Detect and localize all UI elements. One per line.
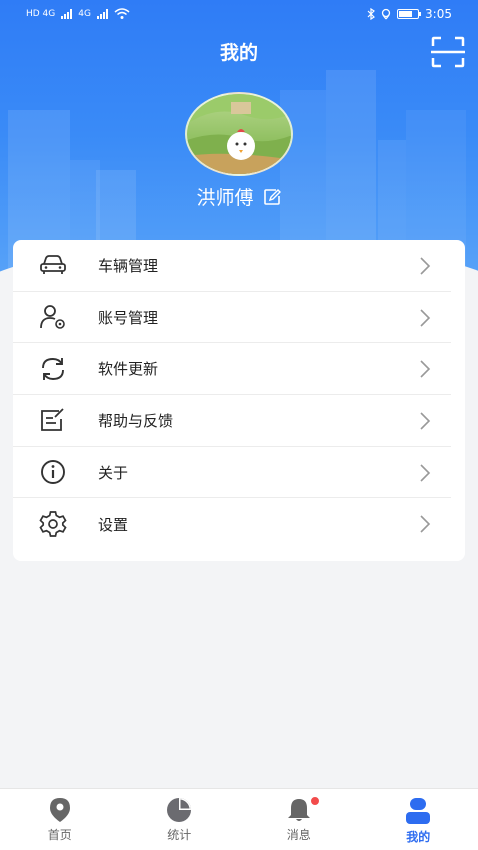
bell-icon bbox=[287, 799, 310, 821]
menu-item-label: 设置 bbox=[98, 515, 129, 534]
status-bar: HD 4G 4G 3:05 bbox=[0, 0, 478, 28]
menu-item-label: 账号管理 bbox=[98, 308, 159, 327]
battery-icon bbox=[397, 9, 422, 19]
chevron-right-icon bbox=[420, 412, 431, 430]
user-settings-icon bbox=[38, 302, 68, 332]
menu-item-help[interactable]: 帮助与反馈 bbox=[13, 395, 451, 447]
menu-item-update[interactable]: 软件更新 bbox=[13, 343, 451, 396]
avatar[interactable] bbox=[185, 92, 293, 176]
username: 洪师傅 bbox=[196, 187, 254, 209]
tab-label: 首页 bbox=[47, 828, 72, 842]
chevron-right-icon bbox=[420, 309, 431, 327]
menu-item-vehicle[interactable]: 车辆管理 bbox=[13, 240, 451, 292]
signal-icon-2 bbox=[96, 9, 108, 19]
scan-icon bbox=[431, 36, 465, 68]
location-status-icon bbox=[381, 8, 391, 20]
wifi-icon bbox=[114, 8, 130, 19]
tab-label: 消息 bbox=[286, 828, 311, 842]
page-title: 我的 bbox=[219, 42, 258, 64]
tab-stats[interactable]: 统计 bbox=[120, 789, 240, 850]
chevron-right-icon bbox=[420, 360, 431, 378]
menu-item-settings[interactable]: 设置 bbox=[13, 498, 451, 550]
network-label-1: HD 4G bbox=[26, 9, 56, 19]
chevron-right-icon bbox=[420, 464, 431, 482]
menu-item-label: 帮助与反馈 bbox=[98, 411, 174, 430]
edit-icon[interactable] bbox=[262, 187, 282, 207]
scan-button[interactable] bbox=[430, 35, 466, 69]
feedback-icon bbox=[38, 405, 68, 435]
car-icon bbox=[38, 250, 68, 280]
menu-item-label: 关于 bbox=[98, 463, 129, 482]
network-label-2: 4G bbox=[78, 9, 91, 19]
location-pin-icon bbox=[49, 798, 70, 822]
tab-home[interactable]: 首页 bbox=[0, 789, 120, 850]
unread-badge bbox=[309, 795, 321, 807]
menu-item-label: 车辆管理 bbox=[98, 256, 159, 275]
refresh-icon bbox=[38, 354, 68, 384]
menu-item-account[interactable]: 账号管理 bbox=[13, 292, 451, 344]
pie-chart-icon bbox=[167, 798, 192, 822]
tab-label: 统计 bbox=[167, 828, 192, 842]
gear-icon bbox=[38, 509, 68, 539]
tab-label: 我的 bbox=[406, 830, 431, 844]
menu-item-label: 软件更新 bbox=[98, 360, 159, 379]
tab-messages[interactable]: 消息 bbox=[239, 789, 359, 850]
bottom-tab-bar: 首页 统计 消息 我的 bbox=[0, 788, 478, 850]
menu-item-about[interactable]: 关于 bbox=[13, 447, 451, 499]
menu-card: 车辆管理 账号管理 软件更新 帮助与反馈 关于 设置 bbox=[13, 240, 465, 561]
chevron-right-icon bbox=[420, 515, 431, 534]
info-icon bbox=[38, 457, 68, 487]
person-icon bbox=[406, 798, 431, 824]
tab-mine[interactable]: 我的 bbox=[359, 789, 478, 850]
bluetooth-icon bbox=[367, 8, 375, 20]
chevron-right-icon bbox=[420, 257, 431, 275]
signal-icon bbox=[61, 9, 73, 19]
status-time: 3:05 bbox=[425, 7, 452, 21]
